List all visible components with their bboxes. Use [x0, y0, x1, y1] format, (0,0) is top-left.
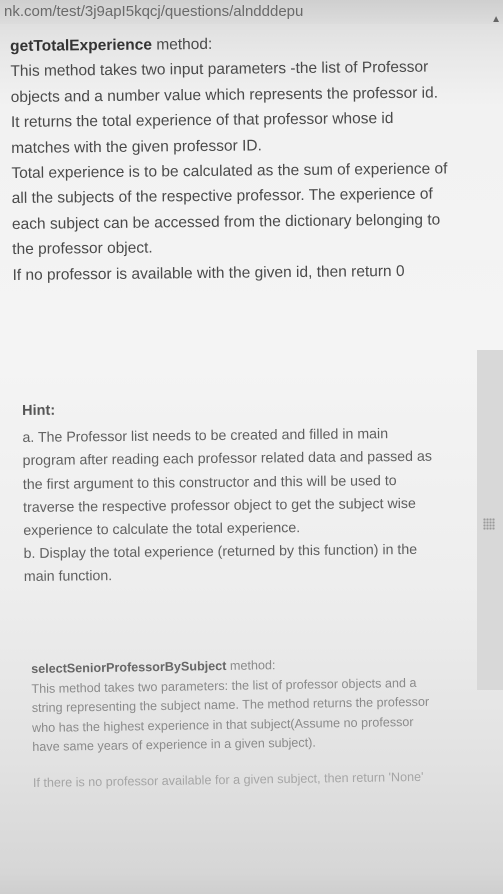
- method-name: getTotalExperience: [10, 36, 153, 55]
- description-paragraph: This method takes two input parameters -…: [10, 59, 439, 157]
- hint-item-a: a. The Professor list needs to be create…: [22, 426, 433, 540]
- hint-title: Hint:: [22, 402, 56, 419]
- hint-section: Hint: a. The Professor list needs to be …: [22, 396, 434, 590]
- return-none-paragraph: If there is no professor available for a…: [32, 769, 424, 790]
- method-suffix: method:: [151, 35, 213, 54]
- method-name: selectSeniorProfessorBySubject: [31, 658, 227, 676]
- hint-item-b: b. Display the total experience (returne…: [23, 542, 418, 586]
- get-total-experience-section: getTotalExperience method: This method t…: [10, 29, 453, 288]
- method-suffix: method:: [226, 658, 276, 673]
- return-zero-paragraph: If no professor is available with the gi…: [12, 262, 405, 284]
- bottom-edge: [0, 872, 503, 894]
- calculation-paragraph: Total experience is to be calculated as …: [11, 160, 448, 259]
- vertical-scrollbar[interactable]: [477, 350, 503, 690]
- select-senior-professor-section: selectSeniorProfessorBySubject method: T…: [31, 654, 445, 794]
- scrollbar-grip-icon[interactable]: [483, 518, 495, 530]
- address-bar[interactable]: nk.com/test/3j9apI5kqcj/questions/alnddd…: [0, 0, 503, 24]
- description-paragraph: This method takes two parameters: the li…: [31, 675, 430, 755]
- url-text[interactable]: nk.com/test/3j9apI5kqcj/questions/alnddd…: [4, 3, 303, 20]
- scroll-up-arrow-icon[interactable]: ▲: [491, 14, 501, 24]
